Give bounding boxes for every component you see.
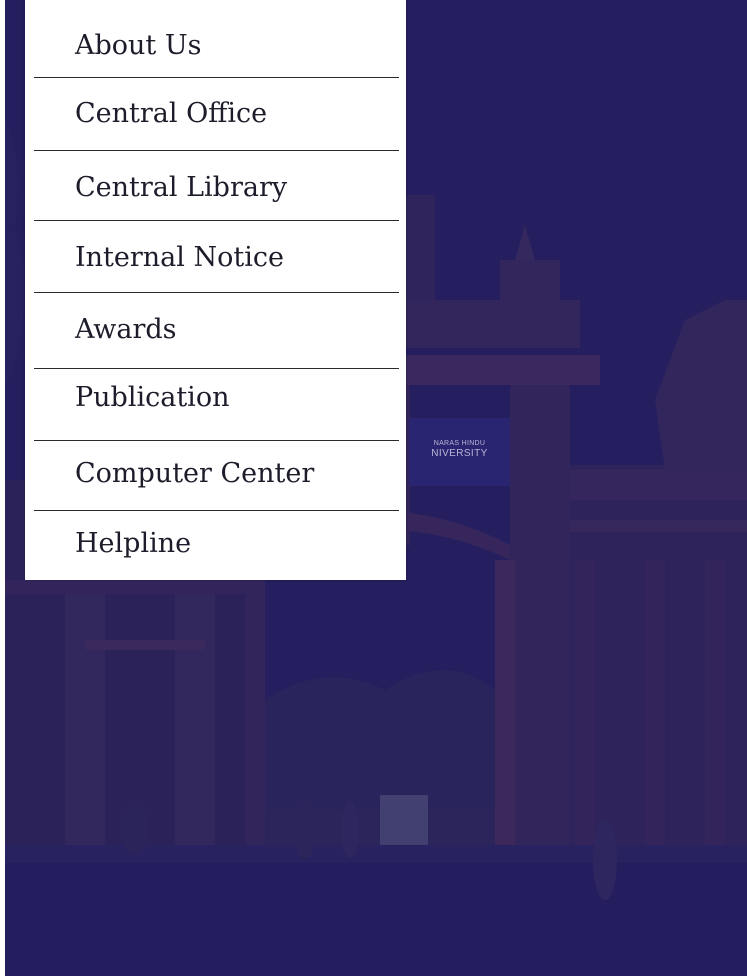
sign-line-2: NIVERSITY [431,447,488,459]
menu-divider [34,510,399,511]
menu-item-helpline[interactable]: Helpline [34,528,399,559]
dropdown-menu: About Us Central Office Central Library … [25,0,406,580]
university-sign: NARAS HINDU NIVERSITY [409,418,510,486]
app-screen: NARAS HINDU NIVERSITY About Us Central O… [0,0,747,976]
menu-divider [34,368,399,369]
menu-item-internal-notice[interactable]: Internal Notice [34,242,399,273]
menu-item-central-office[interactable]: Central Office [34,98,399,129]
menu-divider [34,77,399,78]
sign-line-1: NARAS HINDU [433,440,486,447]
menu-divider [34,292,399,293]
menu-item-about-us[interactable]: About Us [34,30,399,61]
menu-item-publication[interactable]: Publication [34,382,399,413]
menu-divider [34,150,399,151]
menu-item-awards[interactable]: Awards [34,314,399,345]
menu-divider [34,440,399,441]
menu-divider [34,220,399,221]
menu-item-computer-center[interactable]: Computer Center [34,458,399,489]
menu-item-central-library[interactable]: Central Library [34,172,399,203]
